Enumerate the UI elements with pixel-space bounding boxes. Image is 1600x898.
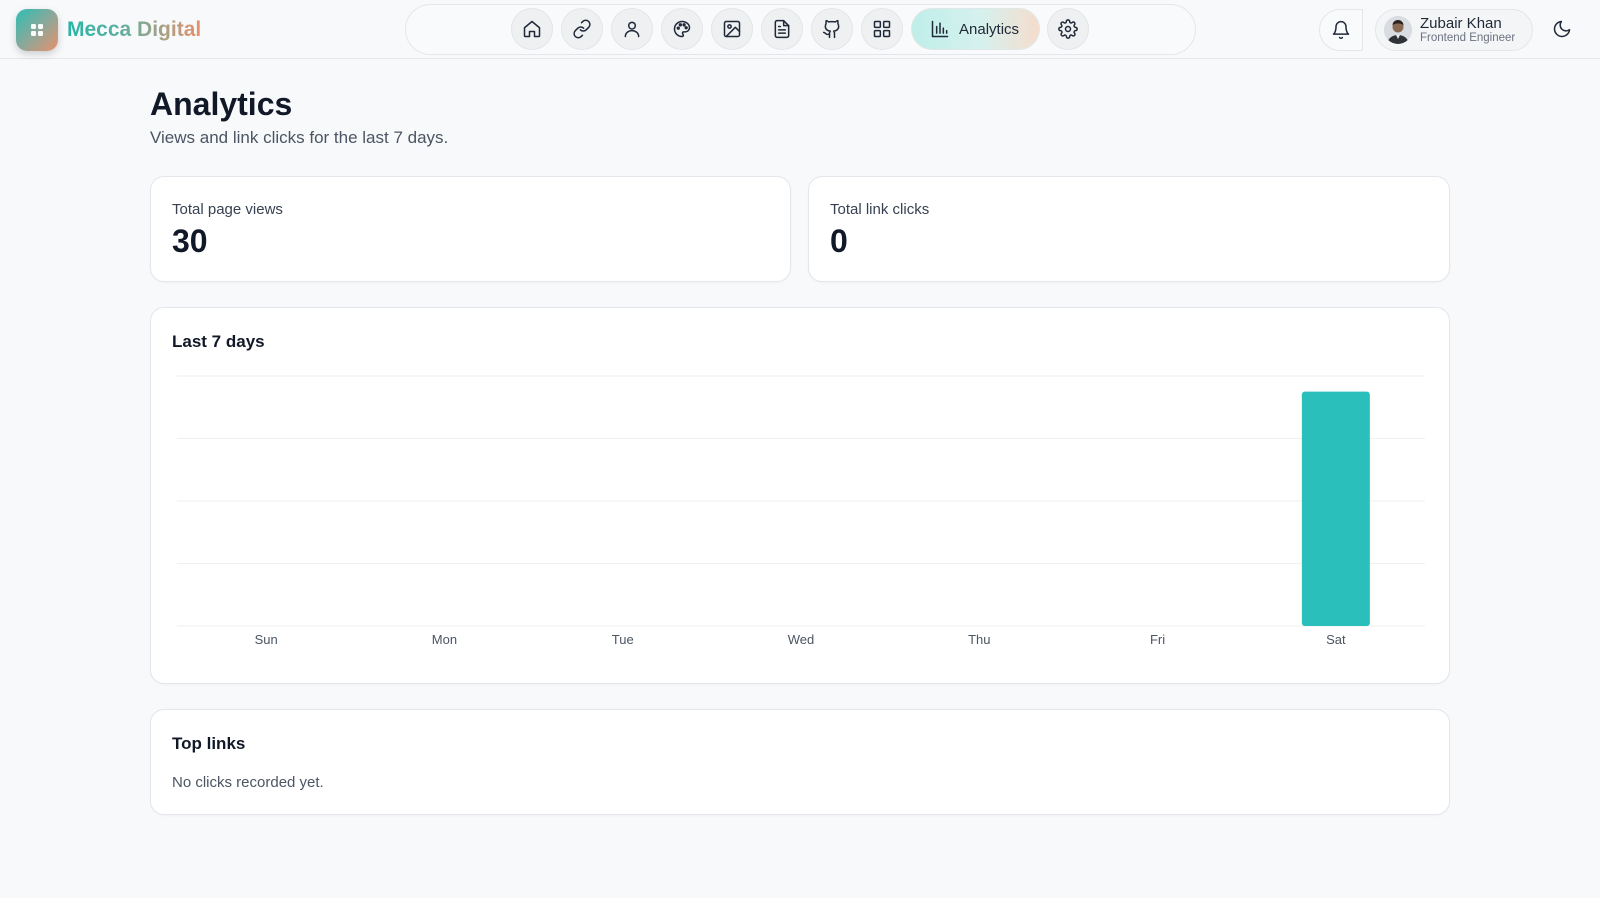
nav-analytics-label: Analytics [959,20,1020,38]
nav-analytics[interactable]: Analytics [911,8,1040,50]
brand-logo [16,9,58,51]
grid-icon [873,20,891,38]
nav-documents[interactable] [761,8,803,50]
chart-x-tick-label: Mon [432,632,457,647]
brand[interactable]: Mecca Digital [16,9,201,51]
bar-chart-icon [931,20,949,38]
chart-x-tick-label: Sat [1326,632,1346,647]
nav-home[interactable] [511,8,553,50]
top-bar: Mecca Digital Analytics Zubair Khan Fron… [0,0,1600,59]
moon-icon [1553,20,1571,38]
chart-x-tick-label: Sun [255,632,278,647]
stat-value: 0 [830,223,848,259]
nav-widgets[interactable] [861,8,903,50]
nav-appearance[interactable] [661,8,703,50]
stat-card-link-clicks: Total link clicks 0 [808,176,1450,282]
nav-links[interactable] [561,8,603,50]
chart-card: Last 7 days Sun Mon Tue Wed Thu Fri Sat [150,307,1450,684]
stat-label: Total link clicks [830,201,930,218]
stat-label: Total page views [172,201,283,218]
page-subtitle: Views and link clicks for the last 7 day… [150,128,449,147]
chart-x-tick-label: Fri [1150,632,1165,647]
apps-icon [31,24,43,36]
page-title: Analytics [150,86,293,122]
user-role: Frontend Engineer [1420,31,1516,44]
image-icon [723,20,741,38]
user-info: Zubair Khan Frontend Engineer [1420,16,1515,45]
avatar [1384,16,1412,44]
nav-profile[interactable] [611,8,653,50]
chart-bar-sat[interactable] [1301,391,1370,626]
home-icon [523,20,541,38]
github-icon [822,19,840,39]
notifications-button[interactable] [1319,9,1363,51]
user-menu[interactable]: Zubair Khan Frontend Engineer [1375,9,1533,51]
palette-icon [673,20,691,38]
nav-settings[interactable] [1047,8,1089,50]
user-name: Zubair Khan [1420,14,1502,32]
chart-x-tick-label: Tue [612,632,634,647]
empty-state-text: No clicks recorded yet. [172,774,324,791]
brand-name: Mecca Digital [67,18,202,41]
stat-card-page-views: Total page views 30 [150,176,791,282]
gear-icon [1058,19,1078,39]
top-links-title: Top links [172,734,246,753]
theme-toggle[interactable] [1552,19,1574,41]
stat-value: 30 [172,223,208,259]
chart-x-tick-label: Wed [788,632,815,647]
top-links-card: Top links No clicks recorded yet. [150,709,1450,815]
bell-icon [1332,20,1350,40]
nav-media[interactable] [711,8,753,50]
chart-x-tick-label: Thu [968,632,990,647]
user-icon [624,21,640,38]
nav-github[interactable] [811,8,853,50]
document-icon [774,19,790,39]
link-icon [573,19,591,39]
bar-chart: Sun Mon Tue Wed Thu Fri Sat [177,375,1425,647]
